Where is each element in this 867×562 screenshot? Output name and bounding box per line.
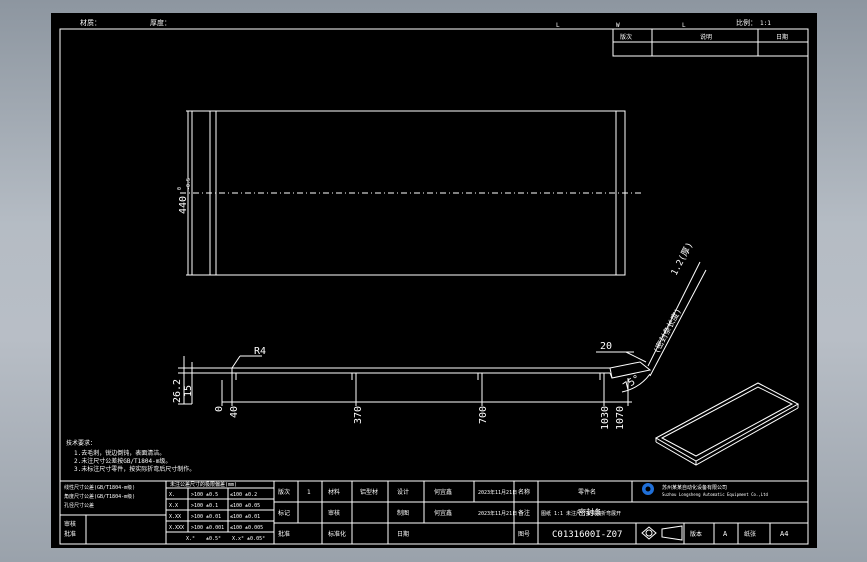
company-name: 苏州某某自动化设备有限公司	[662, 484, 727, 491]
tb-design-date: 2023年11月21日	[478, 489, 517, 496]
tb-draw-date: 2023年11月21日	[478, 510, 517, 517]
tol-r0-c1: >100 ±0.5	[191, 492, 218, 498]
height-tol-bottom: -0.5	[186, 178, 192, 190]
tb-sheet-value: A4	[780, 530, 788, 538]
pos-1070: 1070	[615, 406, 626, 430]
header-scale: 比例：	[736, 18, 757, 27]
tol-r4-c2: X.x° ±0.05°	[232, 536, 265, 542]
drawing-number: C0131600I-Z07	[552, 530, 622, 540]
company-logo	[642, 483, 654, 495]
tol-r0-c2: ≤100 ±0.2	[230, 492, 257, 498]
tol-r4-c1: ±0.5°	[206, 536, 221, 542]
tol-row2-label: 角度尺寸公差(GB/T1804-m级)	[64, 493, 135, 500]
thickness-a: 26.2	[172, 379, 183, 403]
tol-r3-c2: ≤100 ±0.005	[230, 525, 263, 531]
tol-r4-c0: X.°	[186, 536, 195, 542]
tb-drawing-no-label: 图号	[518, 531, 530, 538]
tb-designer: 何宜鑫	[434, 488, 452, 496]
rev-head-desc: 说明	[700, 33, 712, 41]
tol-r1-c1: >100 ±0.1	[191, 503, 218, 509]
header-mark-l2: L	[682, 22, 686, 29]
tb-date-label: 日期	[397, 530, 409, 538]
tb-review-label: 审核	[328, 509, 340, 517]
tb-mark-label: 标记	[278, 509, 290, 517]
tb-version-num: 1	[307, 489, 311, 496]
header-scale-value: 1:1	[760, 20, 771, 27]
pos-0: 0	[214, 406, 225, 412]
cad-viewport[interactable]: 材质： 厚度： L W L 比例： 1:1 版次 说明 日期 440 0 -0.…	[0, 0, 867, 562]
pos-40: 40	[229, 406, 240, 418]
company-name-en: Suzhou Longsheng Automatic Equipment Co.…	[662, 492, 769, 497]
tb-material-value: 铝型材	[360, 488, 378, 496]
rev-head-version: 版次	[620, 33, 632, 41]
height-dim-text: 440	[178, 196, 189, 214]
tol-r1-c2: ≤100 ±0.05	[230, 503, 260, 509]
tb-design-label: 设计	[397, 488, 409, 496]
tol-r2-c0: X.XX	[169, 514, 181, 520]
notes-line-2: 2.未注尺寸公差按GB/T1804-m级。	[74, 457, 171, 465]
drawing-canvas[interactable]: 材质： 厚度： L W L 比例： 1:1 版次 说明 日期 440 0 -0.…	[0, 0, 867, 562]
tol-r2-c1: >100 ±0.01	[191, 514, 221, 520]
tb-version-label-2: 版本	[690, 530, 702, 538]
pos-700: 700	[478, 406, 489, 424]
tol-row1-label: 线性尺寸公差(GB/T1804-m级)	[64, 484, 135, 491]
tb-version-label: 版次	[278, 488, 290, 496]
tb-part-name: 密封条	[578, 507, 602, 517]
tb-draw-label: 制图	[397, 509, 409, 517]
thickness-b: 15	[183, 385, 194, 397]
tb-part-name-label: 零件名	[578, 488, 596, 496]
tb-standard-label: 标准化	[328, 530, 346, 538]
tol-r2-c2: ≤100 ±0.01	[230, 514, 260, 520]
flange-label: 20	[600, 341, 612, 352]
height-tol-top: 0	[177, 187, 183, 190]
header-mark-l1: L	[556, 22, 560, 29]
tol-r3-c1: >100 ±0.001	[191, 525, 224, 531]
tb-material-label: 材料	[328, 488, 340, 496]
tol-r3-c0: X.XXX	[169, 525, 184, 531]
header-mark-w: W	[616, 22, 620, 29]
tol-r0-c0: X.	[169, 492, 175, 498]
tb-drafter: 何宜鑫	[434, 509, 452, 517]
tol-row3-label: 孔径尺寸公差	[64, 502, 94, 509]
tb-sheet-label: 纸张	[744, 530, 756, 538]
header-thickness: 厚度：	[150, 18, 171, 27]
header-material: 材质：	[80, 18, 101, 27]
tol-label-approve: 批准	[64, 530, 76, 538]
tb-remark-label: 备注	[518, 509, 530, 517]
pos-370: 370	[353, 406, 364, 424]
notes-title: 技术要求：	[66, 439, 96, 447]
rev-head-date: 日期	[776, 33, 788, 41]
tol-head: 未注公差尺寸的极限偏差(mm)	[170, 481, 237, 488]
tb-name-label: 名称	[518, 488, 530, 496]
notes-line-1: 1.去毛刺，锐边倒钝，表面清洁。	[74, 449, 165, 457]
notes-line-3: 3.未标注尺寸零件，按实际折弯后尺寸制作。	[74, 465, 195, 473]
pos-1030: 1030	[600, 406, 611, 430]
radius-label: R4	[254, 346, 266, 357]
tol-r1-c0: X.X	[169, 503, 178, 509]
tb-approve-label: 批准	[278, 530, 290, 538]
tol-label-review: 审核	[64, 520, 76, 528]
